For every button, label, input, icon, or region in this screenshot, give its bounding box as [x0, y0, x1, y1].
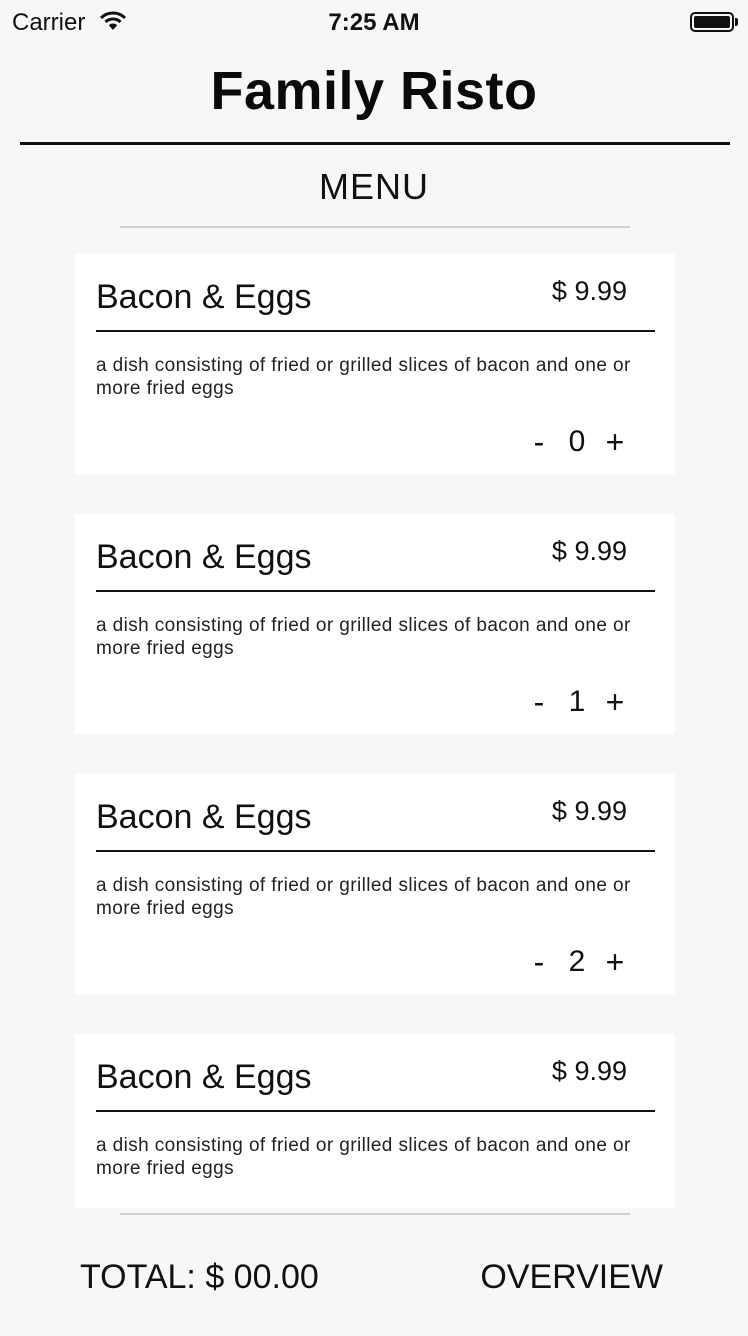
decrement-button[interactable]: - — [519, 684, 559, 721]
order-total: TOTAL: $ 00.00 — [80, 1258, 319, 1296]
item-price: $ 9.99 — [551, 536, 627, 566]
quantity-stepper: - 1 + — [519, 682, 635, 722]
decrement-button[interactable]: - — [519, 424, 559, 461]
status-time: 7:25 AM — [328, 9, 420, 36]
menu-list[interactable]: Bacon & Eggs $ 9.99 a dish consisting of… — [75, 254, 675, 1208]
quantity-stepper: - 0 + — [519, 422, 635, 462]
status-bar: Carrier 7:25 AM — [0, 0, 748, 44]
item-divider — [96, 590, 655, 592]
section-divider — [120, 226, 630, 228]
item-price: $ 9.99 — [551, 1056, 627, 1086]
increment-button[interactable]: + — [595, 424, 635, 461]
item-name: Bacon & Eggs — [96, 798, 312, 836]
quantity-stepper: - 2 + — [519, 942, 635, 982]
quantity-value: 0 — [568, 425, 586, 458]
title-divider — [20, 142, 730, 145]
menu-item-card: Bacon & Eggs $ 9.99 a dish consisting of… — [75, 1034, 675, 1208]
quantity-value: 2 — [568, 945, 586, 978]
app-title: Family Risto — [210, 61, 538, 121]
item-description: a dish consisting of fried or grilled sl… — [96, 355, 631, 399]
overview-button[interactable]: OVERVIEW — [480, 1258, 663, 1297]
menu-item-card: Bacon & Eggs $ 9.99 a dish consisting of… — [75, 514, 675, 734]
item-divider — [96, 1110, 655, 1112]
item-divider — [96, 330, 655, 332]
item-divider — [96, 850, 655, 852]
menu-item-card: Bacon & Eggs $ 9.99 a dish consisting of… — [75, 774, 675, 994]
item-description: a dish consisting of fried or grilled sl… — [96, 615, 631, 659]
quantity-value: 1 — [568, 685, 586, 718]
item-price: $ 9.99 — [551, 276, 627, 306]
item-description: a dish consisting of fried or grilled sl… — [96, 875, 631, 919]
item-name: Bacon & Eggs — [96, 1058, 312, 1096]
battery-icon — [690, 12, 738, 32]
item-description: a dish consisting of fried or grilled sl… — [96, 1135, 631, 1179]
item-name: Bacon & Eggs — [96, 278, 312, 316]
section-title: MENU — [319, 166, 429, 207]
item-name: Bacon & Eggs — [96, 538, 312, 576]
decrement-button[interactable]: - — [519, 944, 559, 981]
app-screen: Carrier 7:25 AM Family Risto MENU Bacon … — [0, 0, 748, 1336]
menu-item-card: Bacon & Eggs $ 9.99 a dish consisting of… — [75, 254, 675, 474]
footer-divider — [120, 1213, 630, 1215]
increment-button[interactable]: + — [595, 684, 635, 721]
item-price: $ 9.99 — [551, 796, 627, 826]
increment-button[interactable]: + — [595, 944, 635, 981]
